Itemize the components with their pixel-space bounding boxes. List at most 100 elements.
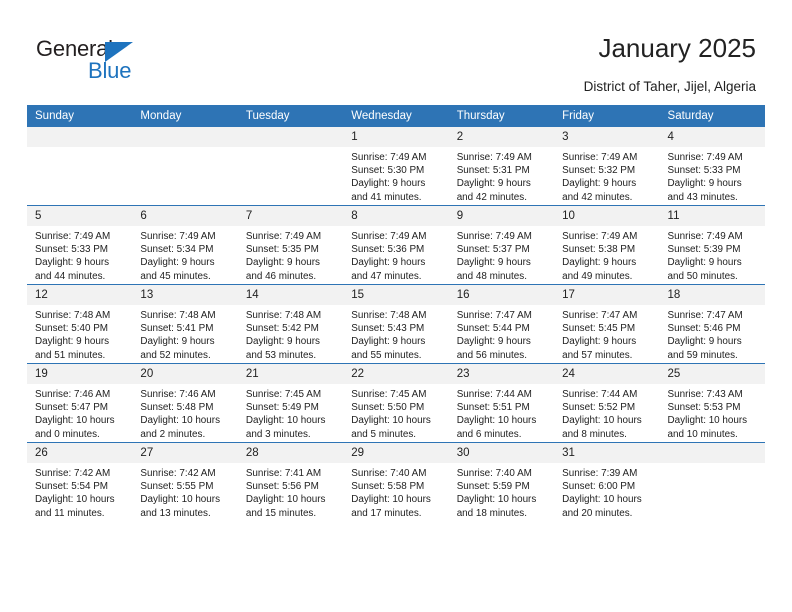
daylight-text-line2: and 18 minutes. [456,507,527,519]
day-number: 1 [343,127,449,147]
calendar-day-cell[interactable]: 2 Sunrise: 7:49 AM Sunset: 5:31 PM Daylight… [448,127,555,206]
daylight-text-line2: and 17 minutes. [351,507,422,519]
sunrise-text: Sunrise: 7:49 AM [562,231,638,242]
sunset-text: Sunset: 5:53 PM [667,402,741,414]
calendar-day-cell[interactable]: 22 Sunrise: 7:45 AM Sunset: 5:50 PM Dayligh… [343,363,449,443]
calendar-day-cell[interactable]: 7 Sunrise: 7:49 AM Sunset: 5:35 PM Daylight… [237,205,344,285]
sunset-text: Sunset: 5:46 PM [667,323,741,335]
calendar-day-cell[interactable]: 9 Sunrise: 7:49 AM Sunset: 5:37 PM Daylight… [448,205,555,285]
calendar-day-cell[interactable]: 21 Sunrise: 7:45 AM Sunset: 5:49 PM Dayligh… [237,363,344,443]
calendar-day-cell[interactable]: 12 Sunrise: 7:48 AM Sunset: 5:40 PM Dayligh… [27,284,133,364]
sunrise-text: Sunrise: 7:49 AM [351,231,427,242]
daylight-text-line2: and 50 minutes. [667,270,738,282]
calendar-day-cell[interactable]: 25 Sunrise: 7:43 AM Sunset: 5:53 PM Dayligh… [659,363,765,443]
daylight-text-line1: Daylight: 9 hours [140,257,215,269]
daylight-text-line1: Daylight: 9 hours [351,178,426,190]
daylight-text-line2: and 53 minutes. [245,349,317,361]
daylight-text-line1: Daylight: 10 hours [35,494,115,506]
daylight-text-line1: Daylight: 9 hours [245,257,320,269]
sunset-text: Sunset: 5:33 PM [35,244,109,256]
daylight-text-line2: and 41 minutes. [351,191,422,203]
calendar-day-cell[interactable]: 8 Sunrise: 7:49 AM Sunset: 5:36 PM Daylight… [343,205,449,285]
day-number: 26 [27,443,133,463]
day-sun-info: Sunrise: 7:48 AM Sunset: 5:40 PM Daylight:… [27,305,132,362]
calendar-day-cell[interactable]: 26 Sunrise: 7:42 AM Sunset: 5:54 PM Dayligh… [27,442,133,521]
calendar-day-cell[interactable]: 1 Sunrise: 7:49 AM Sunset: 5:30 PM Daylight… [343,127,449,206]
day-sun-info: Sunrise: 7:49 AM Sunset: 5:33 PM Daylight:… [27,226,132,283]
day-number: 30 [448,443,555,463]
sunrise-text: Sunrise: 7:49 AM [562,152,638,163]
day-number: 9 [448,206,555,226]
day-number: 27 [132,443,238,463]
day-number: 24 [554,364,660,384]
calendar-day-cell[interactable]: 18 Sunrise: 7:47 AM Sunset: 5:46 PM Dayligh… [659,284,765,364]
calendar-day-cell[interactable]: 3 Sunrise: 7:49 AM Sunset: 5:32 PM Daylight… [554,127,660,206]
calendar-day-cell[interactable]: 16 Sunrise: 7:47 AM Sunset: 5:44 PM Dayligh… [448,284,555,364]
sunrise-text: Sunrise: 7:49 AM [35,231,111,242]
day-number: 15 [343,285,449,305]
day-number: 22 [343,364,449,384]
calendar-day-cell[interactable]: 5 Sunrise: 7:49 AM Sunset: 5:33 PM Daylight… [27,205,133,285]
calendar-day-cell[interactable]: 19 Sunrise: 7:46 AM Sunset: 5:47 PM Dayligh… [27,363,133,443]
day-number: 2 [448,127,555,147]
daylight-text-line2: and 3 minutes. [245,428,311,440]
day-sun-info [238,147,343,151]
calendar-day-cell[interactable]: 17 Sunrise: 7:47 AM Sunset: 5:45 PM Dayligh… [554,284,660,364]
calendar-day-cell-empty [237,127,344,206]
day-sun-info: Sunrise: 7:40 AM Sunset: 5:58 PM Daylight:… [343,463,448,520]
daylight-text-line2: and 45 minutes. [140,270,211,282]
calendar-day-cell[interactable]: 10 Sunrise: 7:49 AM Sunset: 5:38 PM Dayligh… [554,205,660,285]
sunset-text: Sunset: 5:55 PM [140,481,214,493]
sunset-text: Sunset: 5:36 PM [351,244,425,256]
calendar-week-row: 1 Sunrise: 7:49 AM Sunset: 5:30 PM Daylight… [27,127,765,206]
daylight-text-line1: Daylight: 9 hours [562,336,637,348]
calendar-day-cell[interactable]: 30 Sunrise: 7:40 AM Sunset: 5:59 PM Dayligh… [448,442,555,521]
weekday-header-wednesday: Wednesday [343,105,449,127]
calendar-day-cell[interactable]: 20 Sunrise: 7:46 AM Sunset: 5:48 PM Dayligh… [132,363,238,443]
calendar-day-cell[interactable]: 14 Sunrise: 7:48 AM Sunset: 5:42 PM Dayligh… [237,284,344,364]
sunrise-text: Sunrise: 7:40 AM [351,468,427,479]
day-number [237,127,344,147]
day-number: 8 [343,206,449,226]
calendar-day-cell-empty [132,127,238,206]
day-number: 20 [132,364,238,384]
calendar-day-cell[interactable]: 15 Sunrise: 7:48 AM Sunset: 5:43 PM Dayligh… [343,284,449,364]
daylight-text-line1: Daylight: 9 hours [140,336,215,348]
sunrise-text: Sunrise: 7:46 AM [140,389,216,400]
daylight-text-line1: Daylight: 9 hours [562,257,637,269]
day-number: 10 [554,206,660,226]
daylight-text-line1: Daylight: 10 hours [245,494,326,506]
day-sun-info: Sunrise: 7:49 AM Sunset: 5:37 PM Daylight:… [449,226,554,283]
day-number: 6 [132,206,238,226]
sunrise-text: Sunrise: 7:45 AM [245,389,322,400]
calendar-day-cell[interactable]: 24 Sunrise: 7:44 AM Sunset: 5:52 PM Dayligh… [554,363,660,443]
calendar-day-cell[interactable]: 13 Sunrise: 7:48 AM Sunset: 5:41 PM Dayligh… [132,284,238,364]
weekday-header-tuesday: Tuesday [237,105,344,127]
sunset-text: Sunset: 5:32 PM [562,165,636,177]
sunset-text: Sunset: 5:35 PM [245,244,319,256]
day-sun-info: Sunrise: 7:44 AM Sunset: 5:51 PM Daylight:… [449,384,554,441]
daylight-text-line2: and 42 minutes. [562,191,633,203]
day-number: 17 [554,285,660,305]
calendar-day-cell[interactable]: 31 Sunrise: 7:39 AM Sunset: 6:00 PM Dayligh… [554,442,660,521]
daylight-text-line2: and 8 minutes. [562,428,627,440]
calendar-body: 1 Sunrise: 7:49 AM Sunset: 5:30 PM Daylight… [27,127,765,521]
calendar-day-cell[interactable]: 23 Sunrise: 7:44 AM Sunset: 5:51 PM Dayligh… [448,363,555,443]
day-sun-info: Sunrise: 7:44 AM Sunset: 5:52 PM Daylight:… [554,384,659,441]
sunrise-text: Sunrise: 7:40 AM [456,468,532,479]
calendar-day-cell[interactable]: 28 Sunrise: 7:41 AM Sunset: 5:56 PM Dayligh… [237,442,344,521]
calendar-week-row: 26 Sunrise: 7:42 AM Sunset: 5:54 PM Dayligh… [27,442,765,521]
calendar-day-cell[interactable]: 6 Sunrise: 7:49 AM Sunset: 5:34 PM Daylight… [132,205,238,285]
daylight-text-line2: and 11 minutes. [35,507,105,519]
sunset-text: Sunset: 5:42 PM [245,323,319,335]
sunset-text: Sunset: 5:39 PM [667,244,741,256]
day-sun-info: Sunrise: 7:43 AM Sunset: 5:53 PM Daylight:… [660,384,765,441]
calendar-day-cell[interactable]: 11 Sunrise: 7:49 AM Sunset: 5:39 PM Dayligh… [659,205,765,285]
calendar-day-cell[interactable]: 29 Sunrise: 7:40 AM Sunset: 5:58 PM Dayligh… [343,442,449,521]
calendar-day-cell[interactable]: 27 Sunrise: 7:42 AM Sunset: 5:55 PM Dayligh… [132,442,238,521]
sunrise-text: Sunrise: 7:44 AM [456,389,532,400]
day-number: 12 [27,285,133,305]
daylight-text-line1: Daylight: 9 hours [562,178,637,190]
daylight-text-line1: Daylight: 10 hours [562,494,642,506]
calendar-day-cell[interactable]: 4 Sunrise: 7:49 AM Sunset: 5:33 PM Daylight… [659,127,765,206]
